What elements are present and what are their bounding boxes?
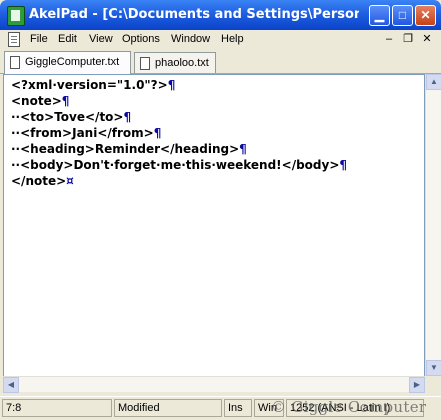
paragraph-mark: ¶ (339, 158, 348, 172)
editor-line: ··<to>Tove</to>¶ (11, 110, 132, 124)
vertical-scrollbar[interactable]: ▲ ▼ (425, 74, 441, 392)
menu-options[interactable]: Options (122, 33, 160, 45)
editor-line: <?xml·version="1.0"?>¶ (11, 78, 176, 92)
paragraph-mark: ¶ (123, 110, 132, 124)
tab-label: phaoloo.txt (155, 57, 209, 69)
paragraph-mark: ¶ (153, 126, 162, 140)
tab-label: GiggleComputer.txt (25, 56, 120, 68)
minimize-icon: ▁ (374, 8, 385, 22)
document-icon (140, 57, 150, 70)
editor-line: ··<from>Jani</from>¶ (11, 126, 162, 140)
maximize-button[interactable]: □ (392, 5, 413, 26)
scroll-left-icon[interactable]: ◀ (3, 377, 19, 393)
paragraph-mark: ¶ (61, 94, 70, 108)
mdi-close-icon[interactable]: ✕ (420, 33, 434, 46)
end-of-file-mark: ¤ (66, 174, 74, 188)
scrollbar-corner (425, 376, 441, 392)
paragraph-mark: ¶ (167, 78, 176, 92)
minimize-button[interactable]: ▁ (369, 5, 390, 26)
maximize-icon: □ (398, 8, 407, 22)
tab-phaoloo[interactable]: phaoloo.txt (134, 52, 216, 73)
tab-bar: GiggleComputer.txt phaoloo.txt (0, 50, 441, 74)
akelpad-app-icon[interactable] (7, 6, 25, 26)
editor-line: ··<heading>Reminder</heading>¶ (11, 142, 247, 156)
status-modified: Modified (114, 399, 222, 417)
editor-line: <note>¶ (11, 94, 70, 108)
menu-window[interactable]: Window (171, 33, 210, 45)
watermark: © Giggle Computer (271, 398, 427, 416)
scroll-right-icon[interactable]: ▶ (409, 377, 425, 393)
editor-line: ··<body>Don't·forget·me·this·weekend!</b… (11, 158, 348, 172)
status-position: 7:8 (2, 399, 112, 417)
menu-edit[interactable]: Edit (58, 33, 77, 45)
close-icon: ✕ (420, 8, 431, 22)
document-icon[interactable] (8, 32, 20, 47)
mdi-minimize-icon[interactable]: – (382, 33, 396, 46)
scroll-down-icon[interactable]: ▼ (426, 360, 441, 376)
title-bar[interactable]: AkelPad - [C:\Documents and Settings\Per… (0, 0, 441, 30)
menu-view[interactable]: View (89, 33, 113, 45)
tab-gigglecomputer[interactable]: GiggleComputer.txt (4, 51, 131, 74)
scroll-up-icon[interactable]: ▲ (426, 74, 441, 90)
paragraph-mark: ¶ (239, 142, 247, 156)
mdi-restore-icon[interactable]: ❐ (401, 33, 415, 46)
document-icon (10, 56, 20, 69)
close-button[interactable]: ✕ (415, 5, 436, 26)
window-title: AkelPad - [C:\Documents and Settings\Per… (29, 7, 359, 22)
editor-line: </note>¤ (11, 174, 74, 188)
status-insert-mode[interactable]: Ins (224, 399, 252, 417)
text-editor[interactable]: <?xml·version="1.0"?>¶ <note>¶ ··<to>Tov… (3, 74, 425, 392)
menu-help[interactable]: Help (221, 33, 244, 45)
horizontal-scrollbar[interactable]: ◀ ▶ (3, 376, 425, 393)
menu-bar: File Edit View Options Window Help – ❐ ✕ (0, 30, 441, 50)
menu-file[interactable]: File (30, 33, 48, 45)
